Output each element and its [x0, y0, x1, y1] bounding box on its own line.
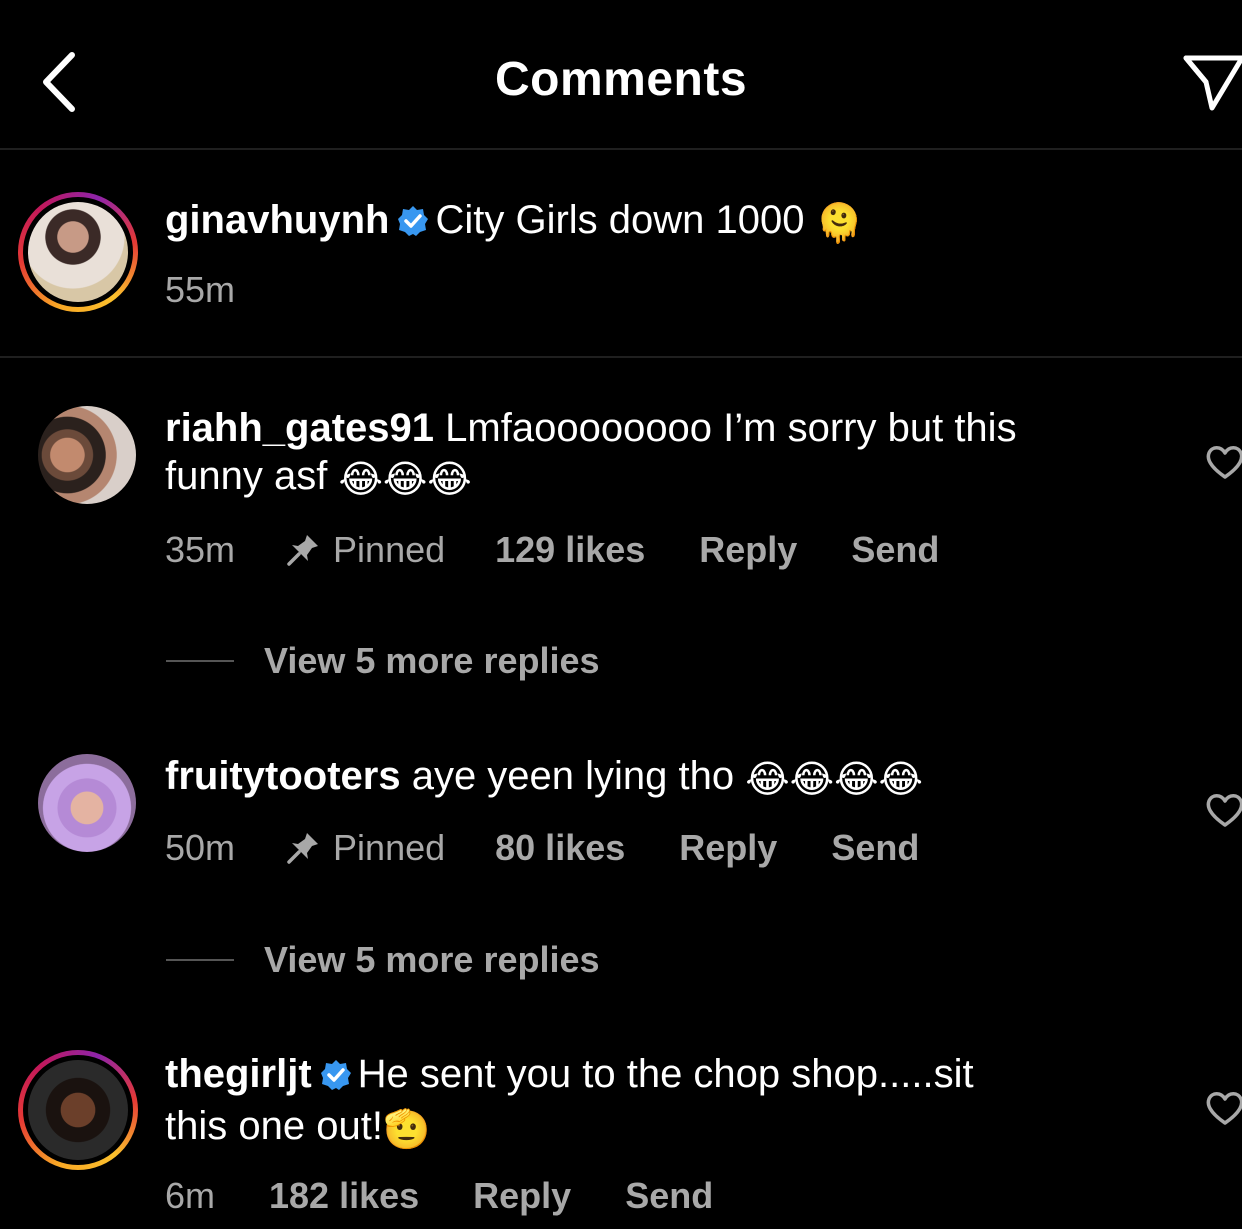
post-caption: ginavhuynh City Girls down 1000 🫠 55m: [0, 152, 1242, 358]
header: Comments: [0, 0, 1242, 150]
username[interactable]: thegirljt: [165, 1052, 312, 1096]
share-button[interactable]: [1180, 48, 1242, 118]
likes-count[interactable]: 80 likes: [495, 827, 625, 869]
tears-of-joy-emoji: 😂😂😂😂: [745, 759, 923, 801]
verified-badge-icon: [320, 1054, 352, 1102]
timestamp: 6m: [165, 1175, 216, 1216]
reply-button[interactable]: Reply: [699, 529, 797, 571]
profile-photo: [28, 202, 128, 302]
comment-body-line1: aye yeen lying tho: [411, 754, 735, 798]
send-button[interactable]: Send: [625, 1175, 713, 1217]
username[interactable]: ginavhuynh: [165, 198, 389, 242]
comment-body-line1: Lmfaoooooooo I’m sorry but this: [445, 406, 1017, 450]
pinned-label: Pinned: [333, 529, 446, 570]
username[interactable]: fruitytooters: [165, 754, 401, 798]
pinned-label: Pinned: [333, 827, 446, 868]
pin-icon: [287, 535, 319, 566]
saluting-face-emoji: 🫡: [382, 1109, 431, 1151]
paper-plane-icon: [1183, 55, 1242, 111]
view-replies-button[interactable]: View 5 more replies: [166, 939, 600, 981]
heart-icon[interactable]: [1205, 444, 1242, 480]
pin-icon: [287, 833, 319, 864]
view-replies-button[interactable]: View 5 more replies: [166, 640, 600, 682]
reply-button[interactable]: Reply: [473, 1175, 571, 1217]
send-button[interactable]: Send: [851, 529, 939, 571]
divider-line: [166, 660, 234, 662]
view-replies-label: View 5 more replies: [264, 640, 600, 681]
comment-meta: 35m Pinned 129 likes Reply Send: [165, 528, 939, 572]
caption-meta: 55m: [165, 268, 235, 312]
avatar[interactable]: [18, 1050, 138, 1170]
reply-button[interactable]: Reply: [679, 827, 777, 869]
avatar[interactable]: [38, 406, 136, 504]
profile-photo: [28, 1060, 128, 1160]
comments-screen: Comments ginavhuynh City Girls down 1000 …: [0, 0, 1242, 1229]
comment-meta: 6m 182 likes Reply Send: [165, 1174, 713, 1218]
comment-body-line2: this one out!: [165, 1104, 383, 1148]
comment-meta: 50m Pinned 80 likes Reply Send: [165, 826, 919, 870]
likes-count[interactable]: 129 likes: [495, 529, 645, 571]
verified-badge-icon: [397, 200, 429, 248]
caption-body: City Girls down 1000: [435, 198, 805, 242]
tears-of-joy-emoji: 😂😂😂: [338, 459, 472, 501]
divider-line: [166, 959, 234, 961]
comment-body-line1: He sent you to the chop shop.....sit: [357, 1052, 974, 1096]
comment-body-line2: funny asf: [165, 454, 328, 498]
timestamp: 55m: [165, 269, 236, 310]
melting-face-emoji: 🫠: [815, 203, 863, 245]
page-title: Comments: [494, 53, 748, 106]
comment-text: thegirljt He sent you to the chop shop...…: [165, 1050, 974, 1150]
likes-count[interactable]: 182 likes: [269, 1175, 419, 1217]
pinned-indicator: Pinned: [285, 529, 445, 571]
comment-text: riahh_gates91 Lmfaoooooooo I’m sorry but…: [165, 404, 1017, 500]
avatar[interactable]: [38, 754, 136, 852]
heart-icon[interactable]: [1205, 792, 1242, 828]
timestamp: 50m: [165, 827, 236, 868]
pinned-indicator: Pinned: [285, 827, 445, 869]
heart-icon[interactable]: [1205, 1090, 1242, 1126]
username[interactable]: riahh_gates91: [165, 406, 434, 450]
timestamp: 35m: [165, 529, 236, 570]
send-button[interactable]: Send: [831, 827, 919, 869]
avatar[interactable]: [18, 192, 138, 312]
caption-text: ginavhuynh City Girls down 1000 🫠: [165, 196, 863, 248]
view-replies-label: View 5 more replies: [264, 939, 600, 980]
comment-text: fruitytooters aye yeen lying tho 😂😂😂😂: [165, 752, 923, 800]
